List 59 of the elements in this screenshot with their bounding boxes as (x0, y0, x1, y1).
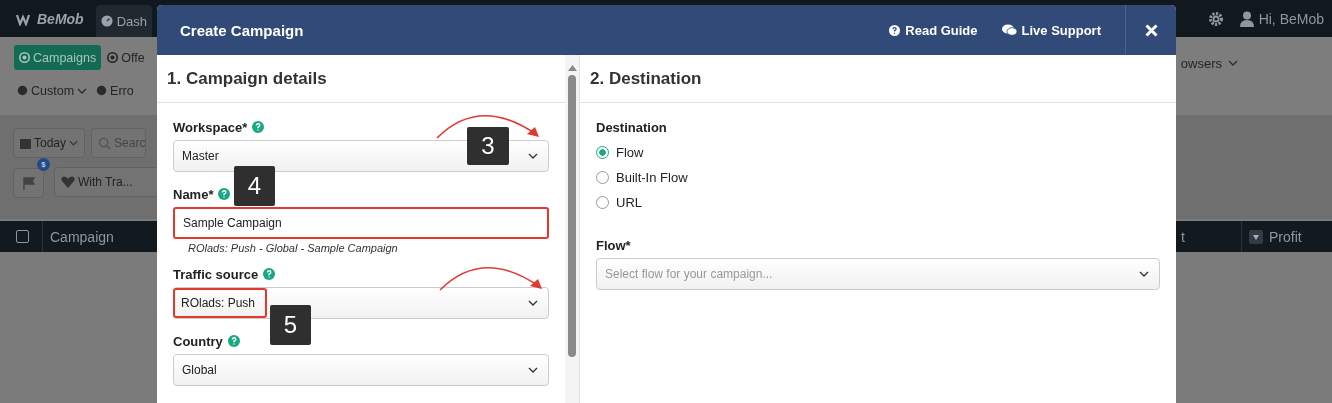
help-icon[interactable] (263, 268, 276, 280)
step-number-marker: 4 (234, 166, 275, 206)
field-label: Workspace* (173, 119, 248, 135)
help-icon[interactable] (227, 335, 240, 347)
dialog-title: Create Campaign (180, 21, 304, 39)
logo[interactable]: BeMob (16, 10, 84, 27)
field-label: Traffic source (173, 266, 259, 282)
field-label: Country (173, 333, 223, 349)
badge: $ (37, 158, 50, 171)
close-icon (1144, 23, 1158, 37)
gear-icon[interactable] (1207, 10, 1224, 27)
nav-tab[interactable]: Offe (104, 45, 148, 70)
field-label: Flow* (596, 237, 631, 253)
custom-dropdown[interactable]: Custom (14, 78, 91, 103)
scroll-up-arrow-icon[interactable] (567, 65, 577, 71)
user-icon (1239, 10, 1254, 27)
nav-link[interactable]: Erro (93, 78, 137, 103)
search-icon (98, 136, 112, 150)
scrollbar[interactable] (565, 55, 580, 403)
step-number-marker: 3 (467, 127, 509, 165)
browsers-dropdown[interactable]: owsers (1180, 53, 1238, 73)
select-all-checkbox[interactable] (16, 230, 29, 243)
dashboard-tab[interactable]: Dash (95, 5, 153, 37)
radio-option[interactable]: Built-In Flow (596, 165, 1160, 190)
radio-option[interactable]: URL (596, 190, 1160, 215)
help-icon[interactable] (252, 121, 265, 133)
column-header[interactable]: t (1181, 221, 1185, 252)
field-label: Destination (596, 119, 667, 135)
flag-button[interactable] (13, 168, 44, 198)
nav-tab[interactable]: Campaigns (14, 45, 102, 70)
target-icon (19, 52, 30, 63)
chevron-down-icon (528, 300, 538, 306)
field-label: Name* (173, 186, 214, 202)
user-menu[interactable]: Hi, BeMob (1239, 10, 1324, 27)
help-icon[interactable] (218, 188, 231, 200)
section-title: 2. Destination (580, 55, 1176, 103)
gauge-icon (100, 15, 113, 27)
date-dropdown[interactable]: Today (13, 128, 86, 158)
target-icon (107, 52, 119, 63)
column-header[interactable]: Profit (1241, 221, 1332, 252)
chat-icon (1001, 24, 1017, 36)
select-dropdown[interactable]: Global (173, 354, 549, 386)
step-number-marker: 5 (270, 305, 311, 345)
name-preview-text: ROlads: Push - Global - Sample Campaign (187, 242, 399, 254)
flag-icon (22, 176, 35, 190)
chevron-down-icon (1228, 60, 1238, 66)
chevron-down-icon (528, 367, 538, 373)
chevron-down-icon (528, 153, 538, 159)
chevron-down-icon (77, 87, 88, 94)
chevron-down-icon (69, 140, 79, 146)
radio-option[interactable]: Flow (596, 140, 1160, 165)
heart-icon (61, 176, 75, 188)
chevron-down-icon (1139, 271, 1149, 277)
live-support-link[interactable]: Live Support (1001, 22, 1101, 38)
read-guide-link[interactable]: Read Guide (889, 22, 978, 38)
name-input[interactable]: Sample Campaign (173, 207, 549, 239)
column-header[interactable]: Campaign (42, 221, 114, 252)
help-icon (889, 24, 901, 36)
sort-icon (1249, 229, 1263, 244)
